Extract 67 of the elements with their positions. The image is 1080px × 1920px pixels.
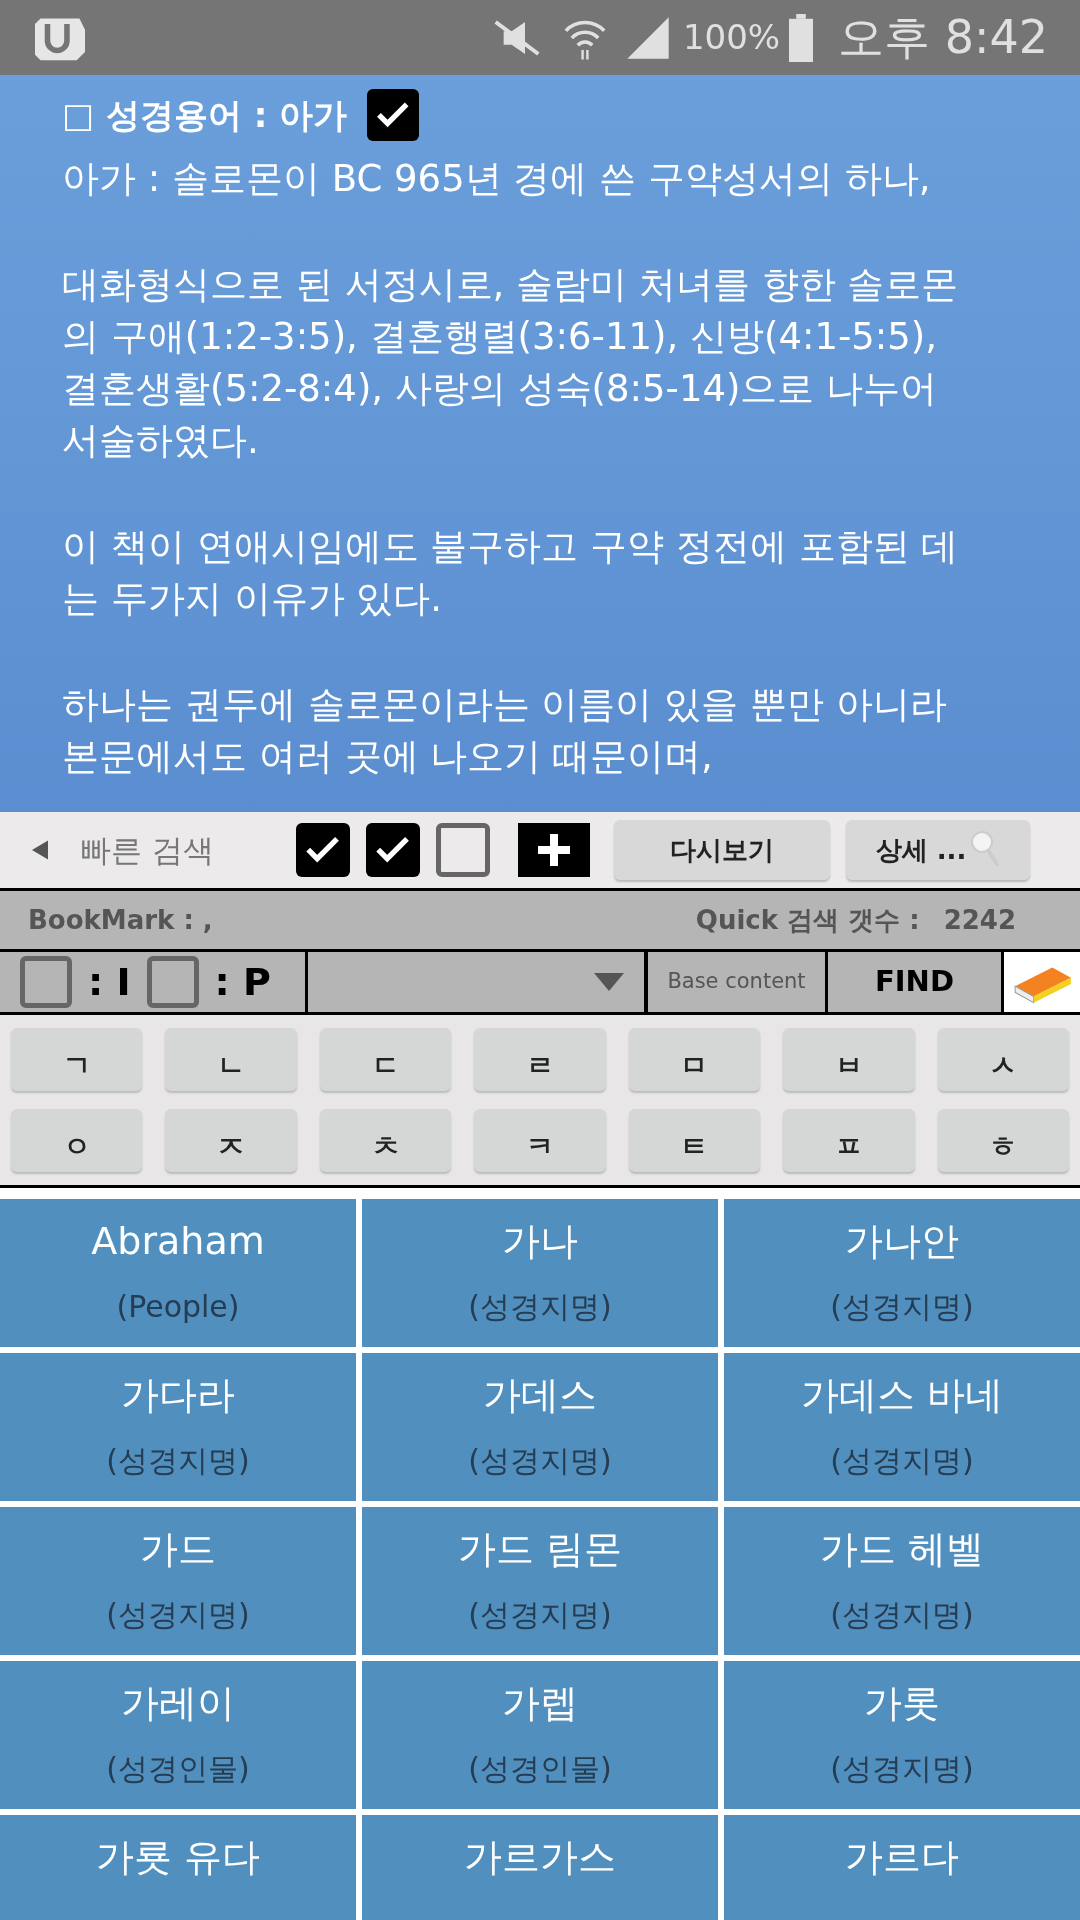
option-label: : P — [214, 958, 271, 1006]
consonant-key[interactable]: ㅅ — [937, 1028, 1069, 1091]
entry-category: (성경지명) — [830, 1288, 974, 1326]
entry-category: (성경지명) — [106, 1442, 250, 1480]
consonant-key[interactable]: ㅇ — [11, 1109, 143, 1172]
entry-category: (성경인물) — [468, 1750, 612, 1788]
consonant-key[interactable]: ㅊ — [319, 1109, 452, 1172]
entry-title: 가데스 바네 — [800, 1372, 1004, 1419]
battery-percent: 100% — [682, 16, 781, 59]
entry-title: 가데스 — [483, 1372, 597, 1419]
toolbar-button[interactable]: 다시보기 — [614, 820, 830, 880]
entry-title: 가르가스 — [464, 1834, 616, 1881]
checkbox[interactable] — [366, 823, 420, 877]
toolbar-button[interactable]: 상세 ... — [846, 820, 1030, 880]
bookmark-label: BookMark : , — [28, 903, 213, 937]
entry-title: 가렙 — [502, 1680, 578, 1727]
entry-title: 가나안 — [845, 1218, 959, 1265]
entry-category: (성경인물) — [106, 1750, 250, 1788]
quick-search-label: 빠른 검색 — [80, 830, 215, 870]
consonant-key[interactable]: ㅌ — [628, 1109, 761, 1172]
consonant-key[interactable]: ㄷ — [319, 1028, 452, 1091]
entry-category: (성경지명) — [468, 1596, 612, 1634]
count-value: 2242 — [943, 903, 1016, 937]
entry-title: 가드 헤벨 — [819, 1526, 985, 1573]
consonant-key[interactable]: ㅍ — [783, 1109, 915, 1172]
checkbox[interactable] — [20, 956, 72, 1008]
consonant-key[interactable]: ㅋ — [474, 1109, 606, 1172]
entry-category: (성경지명) — [106, 1596, 250, 1634]
entry-title: 가룟 유다 — [95, 1834, 261, 1881]
entry-title: 가드 림몬 — [457, 1526, 623, 1573]
checkbox[interactable] — [296, 823, 350, 877]
entry-title: 가드 — [140, 1526, 216, 1573]
back-arrow-icon[interactable] — [32, 840, 48, 860]
checkbox[interactable] — [436, 823, 490, 877]
consonant-key[interactable]: ㅈ — [165, 1109, 297, 1172]
consonant-key[interactable]: ㄹ — [474, 1028, 606, 1091]
consonant-key[interactable]: ㅂ — [783, 1028, 915, 1091]
entry-title: Abraham — [91, 1218, 265, 1265]
article-paragraph: 대화형식으로 된 서정시로, 술람미 처녀를 향한 솔로몬의 구애(1:2-3:5), 결혼행렬(3:6-11), 신방(4:1-5:5), 결혼생활(5:2-8:4), 사랑의 성숙(8:5-14)으로 나누어 서술하였다. — [62, 262, 960, 464]
battery-icon — [788, 13, 815, 62]
checkbox[interactable] — [367, 89, 420, 141]
entry-title: 가르다 — [845, 1834, 959, 1881]
count-label: Quick 검색 갯수 : — [695, 903, 920, 937]
article-paragraph: 하나는 권두에 솔로몬이라는 이름이 있을 뿐만 아니라 본문에서도 여러 곳에 나오기 때문이며, — [62, 682, 948, 780]
article-paragraph: 아가 : 솔로몬이 BC 965년 경에 쓴 구약성서의 하나, — [62, 156, 932, 202]
entry-title: 가롯 — [864, 1680, 940, 1727]
clock: 오후 8:42 — [838, 9, 1048, 66]
consonant-key[interactable]: ㅎ — [937, 1109, 1069, 1172]
add-button[interactable] — [518, 823, 590, 877]
entry-title: 가나 — [502, 1218, 578, 1265]
consonant-key[interactable]: ㄴ — [165, 1028, 297, 1091]
signal-icon — [624, 14, 671, 61]
entry-category: (성경지명) — [830, 1596, 974, 1634]
checkbox[interactable] — [146, 956, 199, 1008]
entry-title: 가레이 — [121, 1680, 235, 1727]
entry-category: (성경지명) — [468, 1442, 612, 1480]
dropdown-caret-icon — [594, 973, 624, 991]
entry-category: (People) — [116, 1288, 240, 1326]
article-paragraph: 이 책이 연애시임에도 불구하고 구약 정전에 포함된 데는 두가지 이유가 있다. — [62, 524, 960, 622]
entry-category: (성경지명) — [468, 1288, 612, 1326]
option-label: : I — [88, 958, 131, 1006]
consonant-key[interactable]: ㄱ — [11, 1028, 143, 1091]
entry-title: 가다라 — [121, 1372, 235, 1419]
entry-category: (성경지명) — [830, 1442, 974, 1480]
consonant-key[interactable]: ㅁ — [628, 1028, 761, 1091]
entry-category: (성경지명) — [830, 1750, 974, 1788]
article-title: □ 성경용어 : 아가 — [62, 93, 348, 137]
